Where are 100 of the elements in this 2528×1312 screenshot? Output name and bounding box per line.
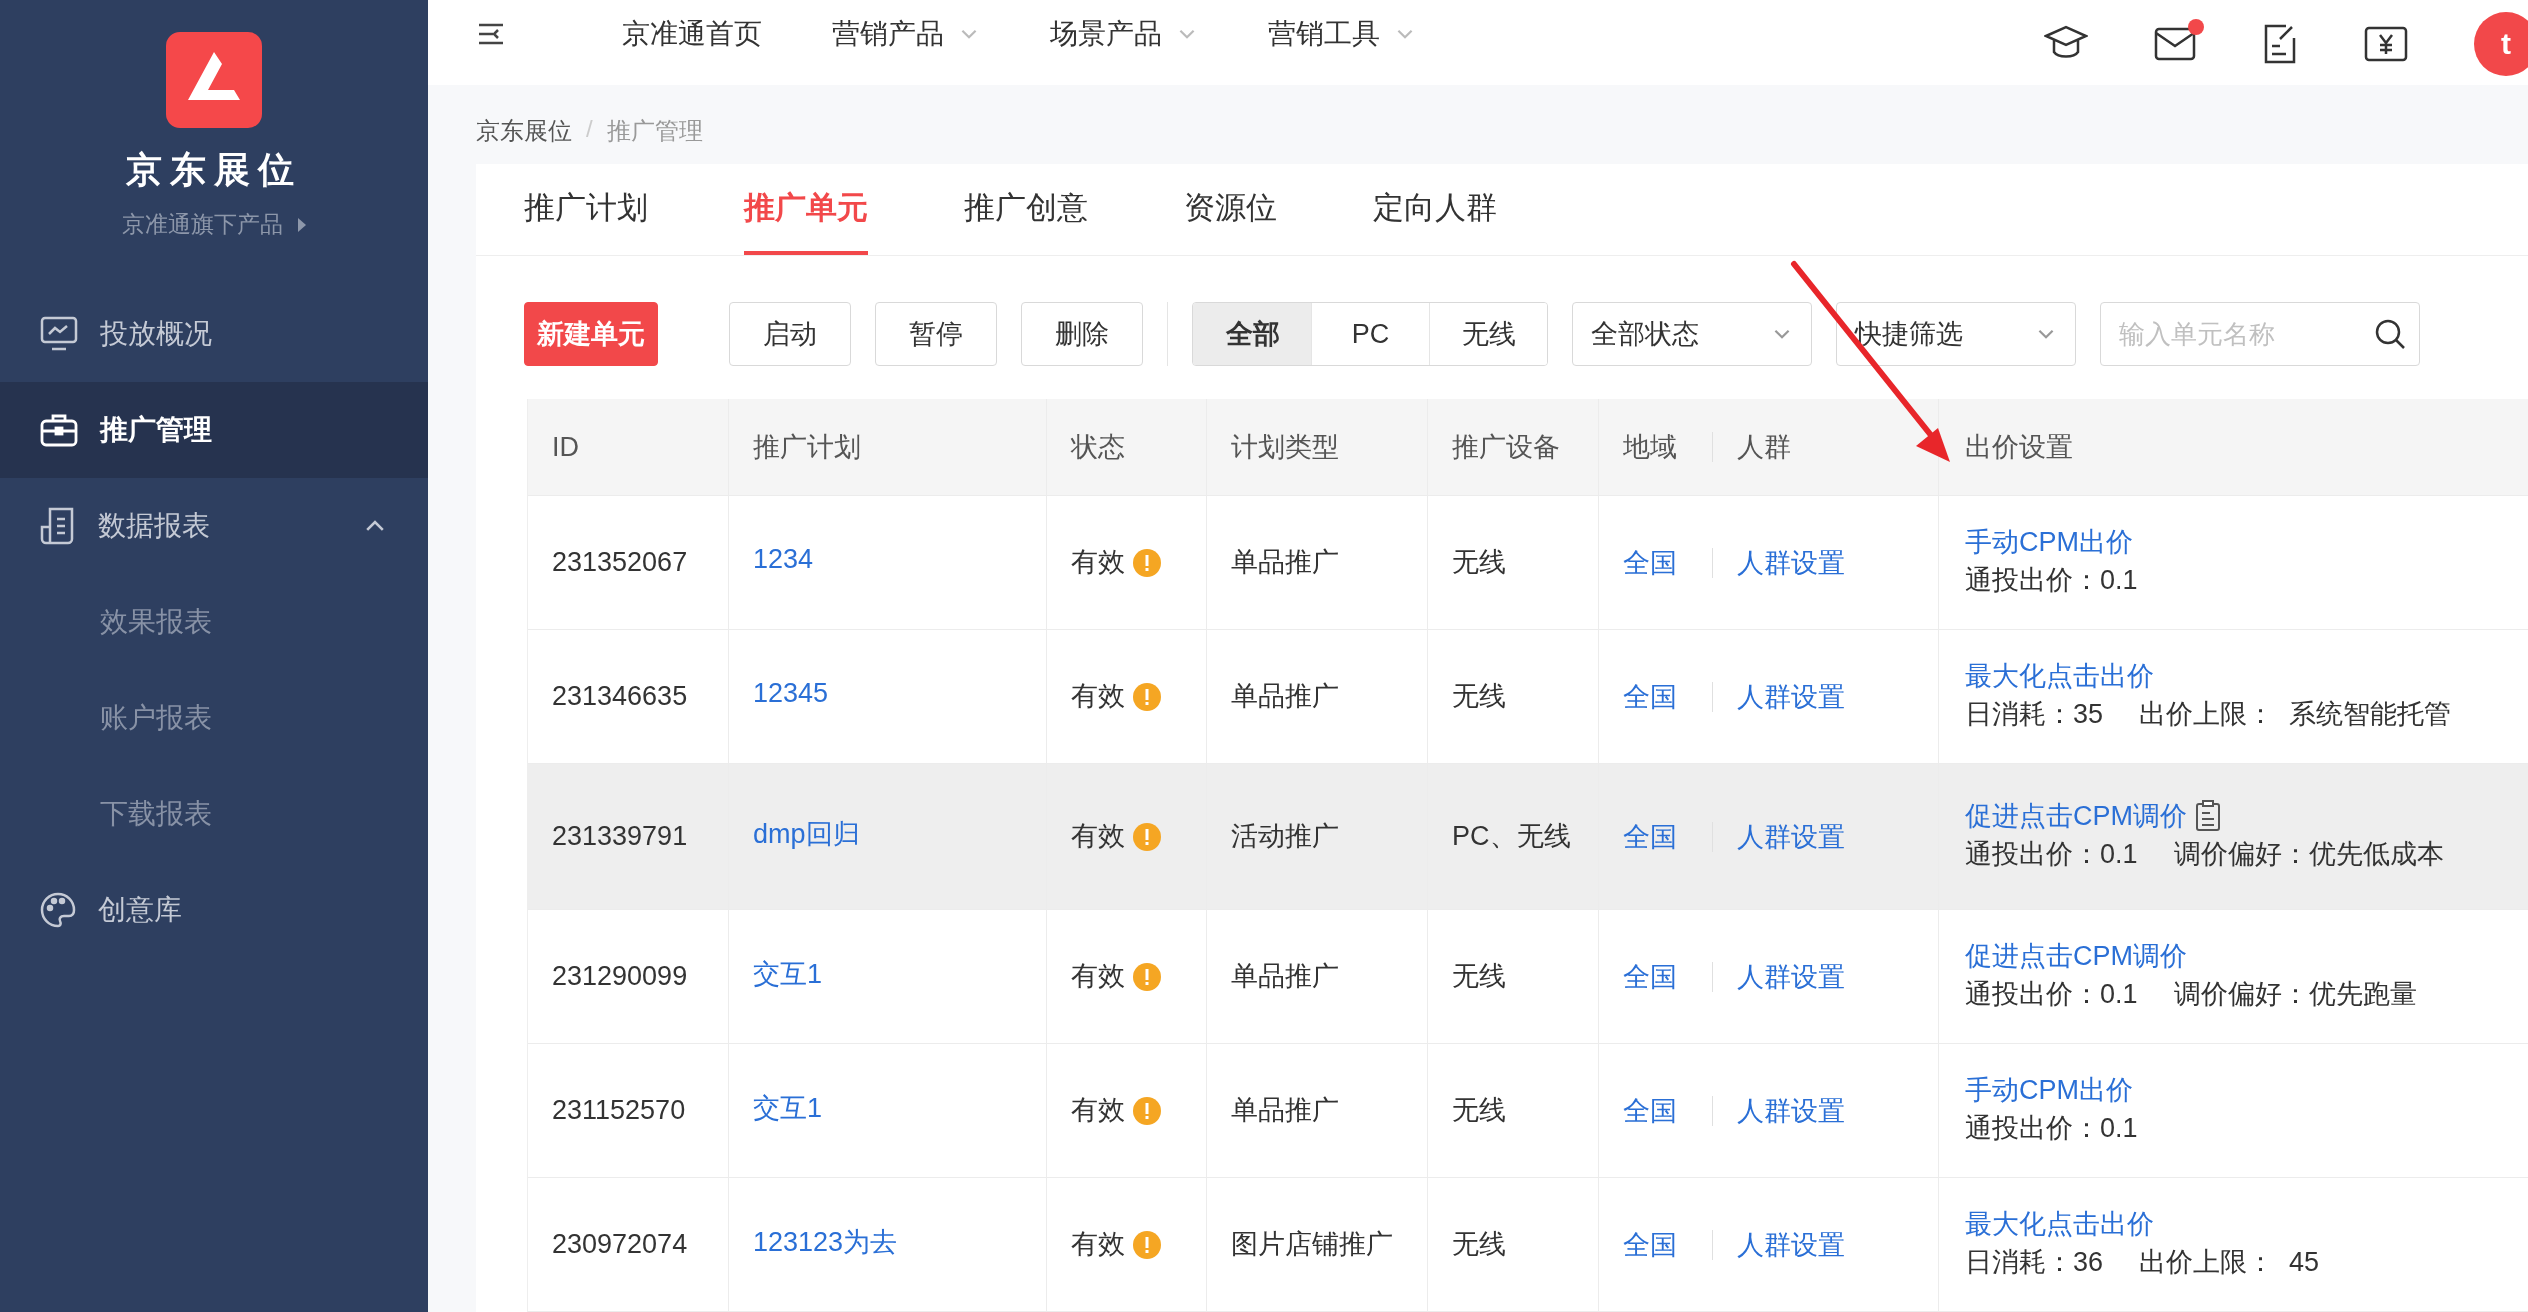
bid-detail: 出价上限： 45 <box>2139 1246 2320 1280</box>
monitor-icon <box>40 316 78 352</box>
plan-link[interactable]: 交互1 <box>753 1089 1030 1126</box>
table-cell-text: 231152570 <box>552 1094 687 1128</box>
bid-type-link[interactable]: 促进点击CPM调价 <box>1965 798 2187 835</box>
table-cell-text: 无线 <box>1452 1094 1507 1128</box>
table-cell-text: 活动推广 <box>1231 820 1340 854</box>
clipboard-icon[interactable] <box>2195 800 2221 833</box>
mail-icon[interactable] <box>2154 27 2196 61</box>
tab[interactable]: 资源位 <box>1184 164 1277 255</box>
column-header: 推广设备 <box>1452 431 1561 464</box>
column-header: 计划类型 <box>1231 431 1340 464</box>
table-cell-text: 单品推广 <box>1231 546 1340 580</box>
nav-item[interactable]: 京准通首页 <box>622 14 762 54</box>
plan-link[interactable]: 12345 <box>753 678 1030 709</box>
toolbar-button[interactable]: 删除 <box>1021 302 1143 366</box>
toolbar-button[interactable]: 启动 <box>729 302 851 366</box>
column-header: 地域 <box>1623 431 1678 464</box>
table-cell-text: 无线 <box>1452 1228 1507 1262</box>
breadcrumb-item[interactable]: 推广管理 <box>606 115 703 148</box>
bid-type-link[interactable]: 最大化点击出价 <box>1965 658 2154 695</box>
table-cell-text: 231346635 <box>552 680 689 714</box>
sidebar-subitem[interactable]: 下载报表 <box>0 766 428 862</box>
sidebar-item[interactable]: 推广管理 <box>0 382 428 478</box>
sidebar-item[interactable]: 投放概况 <box>0 286 428 382</box>
region-link[interactable]: 全国 <box>1623 1226 1697 1263</box>
column-header: 出价设置 <box>1965 431 2074 464</box>
plan-link[interactable]: 123123为去 <box>753 1223 1030 1260</box>
caret-icon <box>296 216 307 233</box>
user-avatar[interactable]: t <box>2474 12 2528 76</box>
bid-type-link[interactable]: 手动CPM出价 <box>1965 524 2133 561</box>
table-cell-text: 230972074 <box>552 1228 689 1262</box>
bid-detail: 调价偏好：优先低成本 <box>2173 838 2444 872</box>
sidebar-item[interactable]: 创意库 <box>0 862 428 958</box>
palette-icon <box>40 892 76 928</box>
bid-type-link[interactable]: 最大化点击出价 <box>1965 1206 2154 1243</box>
bid-detail: 日消耗：35 <box>1965 698 2104 732</box>
crowd-setting-link[interactable]: 人群设置 <box>1737 958 1922 995</box>
table-cell-text: 231290099 <box>552 960 689 994</box>
region-link[interactable]: 全国 <box>1623 544 1697 581</box>
bid-detail: 通投出价：0.1 <box>1965 564 2138 598</box>
table-cell-text: 231352067 <box>552 546 689 580</box>
nav-item[interactable]: 营销工具 <box>1268 14 1416 54</box>
edit-note-icon[interactable] <box>2262 24 2298 64</box>
search-field[interactable]: 输入单元名称 <box>2100 302 2420 366</box>
report-icon <box>40 507 76 545</box>
table-cell-text: 单品推广 <box>1231 1094 1340 1128</box>
nav-item[interactable]: 营销产品 <box>832 14 980 54</box>
sidebar-item[interactable]: 数据报表 <box>0 478 428 574</box>
toolbar-button[interactable]: 新建单元 <box>524 302 658 366</box>
segment-button[interactable]: 无线 <box>1429 303 1547 365</box>
status-text: 有效 <box>1071 1228 1125 1262</box>
plan-link[interactable]: 交互1 <box>753 955 1030 992</box>
column-header: 人群 <box>1737 431 1792 464</box>
region-link[interactable]: 全国 <box>1623 678 1697 715</box>
brand-title: 京东展位 <box>126 148 302 192</box>
dropdown-select[interactable]: 快捷筛选 <box>1836 302 2076 366</box>
table-cell-text: 无线 <box>1452 680 1507 714</box>
segment-button[interactable]: 全部 <box>1193 303 1311 365</box>
crowd-setting-link[interactable]: 人群设置 <box>1737 1226 1922 1263</box>
tab[interactable]: 推广计划 <box>524 164 648 255</box>
bid-type-link[interactable]: 促进点击CPM调价 <box>1965 938 2187 975</box>
search-icon[interactable] <box>2374 318 2406 350</box>
table-cell-text: 单品推广 <box>1231 680 1340 714</box>
region-link[interactable]: 全国 <box>1623 1092 1697 1129</box>
bid-detail: 通投出价：0.1 <box>1965 978 2138 1012</box>
status-text: 有效 <box>1071 960 1125 994</box>
region-link[interactable]: 全国 <box>1623 958 1697 995</box>
table-cell-text: 231339791 <box>552 820 689 854</box>
dropdown-select[interactable]: 全部状态 <box>1572 302 1812 366</box>
menu-icon[interactable] <box>478 23 504 45</box>
column-header: 推广计划 <box>753 431 862 464</box>
table-cell-text: 无线 <box>1452 546 1507 580</box>
crowd-setting-link[interactable]: 人群设置 <box>1737 818 1922 855</box>
sidebar-subitem[interactable]: 效果报表 <box>0 574 428 670</box>
tab[interactable]: 定向人群 <box>1373 164 1497 255</box>
brand-subtitle: 京准通旗下产品 <box>121 210 283 239</box>
sidebar-subitem[interactable]: 账户报表 <box>0 670 428 766</box>
nav-item[interactable]: 场景产品 <box>1050 14 1198 54</box>
plan-link[interactable]: 1234 <box>753 544 1030 575</box>
tab[interactable]: 推广创意 <box>964 164 1088 255</box>
crowd-setting-link[interactable]: 人群设置 <box>1737 544 1922 581</box>
breadcrumb-item[interactable]: 京东展位 <box>476 115 572 148</box>
bid-detail: 出价上限： 系统智能托管 <box>2139 698 2452 732</box>
plan-link[interactable]: dmp回归 <box>753 815 1030 852</box>
status-text: 有效 <box>1071 1094 1125 1128</box>
column-header: 状态 <box>1071 431 1126 464</box>
region-link[interactable]: 全国 <box>1623 818 1697 855</box>
crowd-setting-link[interactable]: 人群设置 <box>1737 1092 1922 1129</box>
toolbar-button[interactable]: 暂停 <box>875 302 997 366</box>
table-cell-text: 无线 <box>1452 960 1507 994</box>
column-header: ID <box>552 431 580 463</box>
tab[interactable]: 推广单元 <box>744 164 868 255</box>
status-text: 有效 <box>1071 546 1125 580</box>
bid-type-link[interactable]: 手动CPM出价 <box>1965 1072 2133 1109</box>
yen-icon[interactable] <box>2364 26 2408 62</box>
crowd-setting-link[interactable]: 人群设置 <box>1737 678 1922 715</box>
table-cell-text: PC、无线 <box>1452 820 1572 854</box>
bid-detail: 日消耗：36 <box>1965 1246 2104 1280</box>
table-cell-text: 单品推广 <box>1231 960 1340 994</box>
